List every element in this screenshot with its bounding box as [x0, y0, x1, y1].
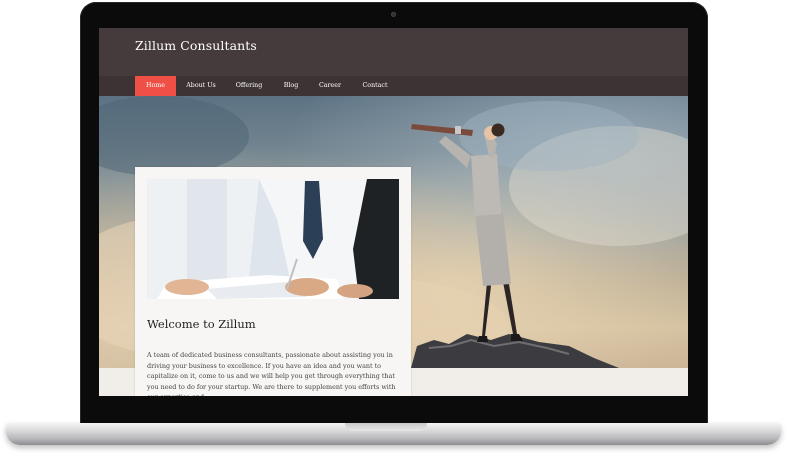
laptop-base-notch [345, 423, 427, 431]
nav-item-career[interactable]: Career [315, 76, 345, 96]
main-navigation: Home About Us Offering Blog Career Conta… [99, 76, 688, 96]
nav-item-contact[interactable]: Contact [358, 76, 392, 96]
site-header: Zillum Consultants [99, 28, 688, 76]
nav-item-home[interactable]: Home [135, 76, 176, 96]
site-title[interactable]: Zillum Consultants [135, 38, 257, 53]
card-text: A team of dedicated business consultants… [147, 351, 396, 396]
nav-item-about-us[interactable]: About Us [183, 76, 219, 96]
webcam-icon [391, 12, 396, 17]
business-meeting-photo [147, 179, 399, 299]
laptop-base [6, 423, 781, 445]
welcome-card: Welcome to Zillum A team of dedicated bu… [135, 167, 411, 396]
card-title: Welcome to Zillum [147, 317, 256, 331]
nav-item-blog[interactable]: Blog [279, 76, 303, 96]
browser-screen: Zillum Consultants Home About Us Offerin… [99, 28, 688, 396]
nav-item-offering[interactable]: Offering [232, 76, 266, 96]
card-image [147, 179, 399, 299]
